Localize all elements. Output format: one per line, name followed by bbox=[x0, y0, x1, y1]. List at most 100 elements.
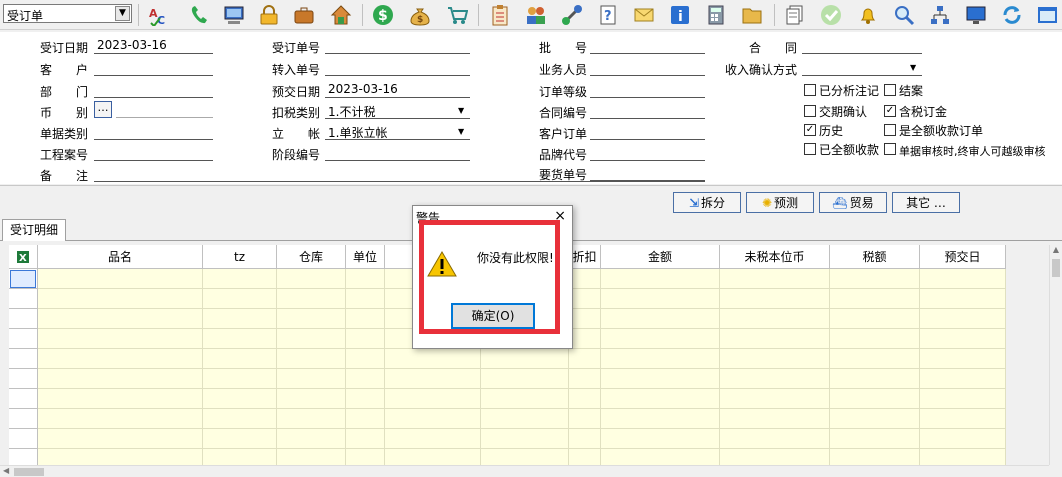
grid-cell[interactable] bbox=[346, 449, 385, 465]
grid-cell[interactable] bbox=[830, 309, 920, 329]
grid-cell[interactable] bbox=[385, 449, 481, 465]
grid-cell[interactable] bbox=[277, 449, 346, 465]
document-icon[interactable] bbox=[782, 2, 808, 28]
row-header[interactable] bbox=[9, 449, 38, 465]
grid-cell[interactable] bbox=[385, 409, 481, 429]
grid-cell[interactable] bbox=[720, 289, 830, 309]
analyzed-checkbox[interactable] bbox=[804, 84, 816, 96]
grid-cell[interactable] bbox=[830, 329, 920, 349]
row-header[interactable] bbox=[9, 429, 38, 449]
requisition-field[interactable] bbox=[590, 165, 705, 181]
grid-cell[interactable] bbox=[203, 329, 277, 349]
grid-cell[interactable] bbox=[720, 269, 830, 289]
fully-received-checkbox[interactable] bbox=[804, 143, 816, 155]
grid-cell[interactable] bbox=[830, 369, 920, 389]
contract-no-field[interactable] bbox=[590, 103, 705, 119]
grid-cell[interactable] bbox=[601, 309, 720, 329]
grid-cell[interactable] bbox=[601, 409, 720, 429]
row-header[interactable] bbox=[9, 349, 38, 369]
grid-cell[interactable] bbox=[38, 329, 203, 349]
grid-cell[interactable] bbox=[830, 389, 920, 409]
ok-button[interactable]: 确定(O) bbox=[451, 303, 535, 329]
horizontal-scrollbar[interactable]: ◀ bbox=[0, 465, 1049, 477]
grid-cell[interactable] bbox=[38, 409, 203, 429]
grid-cell[interactable] bbox=[277, 409, 346, 429]
grid-cell[interactable] bbox=[830, 449, 920, 465]
tree-icon[interactable] bbox=[927, 2, 953, 28]
order-level-field[interactable] bbox=[590, 82, 705, 98]
grid-cell[interactable] bbox=[203, 269, 277, 289]
grid-cell[interactable] bbox=[481, 369, 569, 389]
grid-cell[interactable] bbox=[920, 289, 1006, 309]
folder-icon[interactable] bbox=[739, 2, 765, 28]
grid-cell[interactable] bbox=[720, 429, 830, 449]
full-payment-order-checkbox[interactable] bbox=[884, 124, 896, 136]
grid-cell[interactable] bbox=[277, 429, 346, 449]
project-field[interactable] bbox=[94, 145, 213, 161]
currency-field[interactable] bbox=[116, 102, 213, 118]
grid-cell[interactable] bbox=[38, 309, 203, 329]
grid-cell[interactable] bbox=[38, 269, 203, 289]
row-header[interactable] bbox=[9, 389, 38, 409]
grid-cell[interactable] bbox=[481, 409, 569, 429]
grid-cell[interactable] bbox=[385, 429, 481, 449]
close-icon[interactable]: × bbox=[554, 208, 566, 224]
delivery-date-field[interactable]: 2023-03-16 bbox=[325, 82, 470, 98]
grid-cell[interactable] bbox=[569, 289, 601, 309]
contract-field[interactable] bbox=[802, 38, 922, 54]
order-date-field[interactable]: 2023-03-16 bbox=[94, 38, 213, 54]
column-header[interactable]: 单位 bbox=[346, 245, 385, 269]
forecast-button[interactable]: ✺ 预测 bbox=[746, 192, 814, 213]
delivery-confirm-checkbox[interactable] bbox=[804, 105, 816, 117]
link-icon[interactable] bbox=[559, 2, 585, 28]
grid-cell[interactable] bbox=[203, 349, 277, 369]
grid-cell[interactable] bbox=[720, 409, 830, 429]
batch-field[interactable] bbox=[590, 38, 705, 54]
grid-cell[interactable] bbox=[38, 289, 203, 309]
brand-field[interactable] bbox=[590, 145, 705, 161]
grid-cell[interactable] bbox=[385, 349, 481, 369]
grid-cell[interactable] bbox=[38, 349, 203, 369]
grid-cell[interactable] bbox=[920, 309, 1006, 329]
grid-cell[interactable] bbox=[920, 389, 1006, 409]
check-icon[interactable] bbox=[818, 2, 844, 28]
grid-cell[interactable] bbox=[481, 449, 569, 465]
grid-cell[interactable] bbox=[720, 389, 830, 409]
stage-field[interactable] bbox=[325, 145, 470, 161]
grid-cell[interactable] bbox=[203, 429, 277, 449]
grid-cell[interactable] bbox=[346, 349, 385, 369]
grid-cell[interactable] bbox=[920, 429, 1006, 449]
income-method-select[interactable] bbox=[802, 60, 922, 76]
grid-cell[interactable] bbox=[346, 329, 385, 349]
grid-cell[interactable] bbox=[720, 309, 830, 329]
grid-cell[interactable] bbox=[346, 369, 385, 389]
grid-cell[interactable] bbox=[385, 389, 481, 409]
chevron-down-icon[interactable]: ▼ bbox=[458, 106, 464, 115]
account-select[interactable]: 1.单张立帐 bbox=[325, 124, 470, 140]
column-header[interactable]: 折扣 bbox=[569, 245, 601, 269]
grid-cell[interactable] bbox=[569, 389, 601, 409]
grid-cell[interactable] bbox=[920, 269, 1006, 289]
cart-icon[interactable] bbox=[444, 2, 470, 28]
grid-cell[interactable] bbox=[277, 369, 346, 389]
grid-cell[interactable] bbox=[277, 329, 346, 349]
other-button[interactable]: 其它 … bbox=[892, 192, 960, 213]
trade-button[interactable]: ⛴ 贸易 bbox=[819, 192, 887, 213]
doc-type-field[interactable] bbox=[94, 124, 213, 140]
grid-cell[interactable] bbox=[38, 429, 203, 449]
customer-field[interactable] bbox=[94, 60, 213, 76]
grid-cell[interactable] bbox=[920, 349, 1006, 369]
refresh-icon[interactable] bbox=[999, 2, 1025, 28]
grid-cell[interactable] bbox=[481, 389, 569, 409]
grid-cell[interactable] bbox=[569, 309, 601, 329]
row-header[interactable] bbox=[9, 329, 38, 349]
grid-cell[interactable] bbox=[346, 309, 385, 329]
grid-cell[interactable] bbox=[569, 329, 601, 349]
grid-cell[interactable] bbox=[830, 269, 920, 289]
grid-cell[interactable] bbox=[569, 449, 601, 465]
monitor-icon[interactable] bbox=[963, 2, 989, 28]
row-header[interactable] bbox=[9, 409, 38, 429]
dollar-icon[interactable]: $ bbox=[370, 2, 396, 28]
grid-cell[interactable] bbox=[830, 429, 920, 449]
grid-cell[interactable] bbox=[277, 289, 346, 309]
